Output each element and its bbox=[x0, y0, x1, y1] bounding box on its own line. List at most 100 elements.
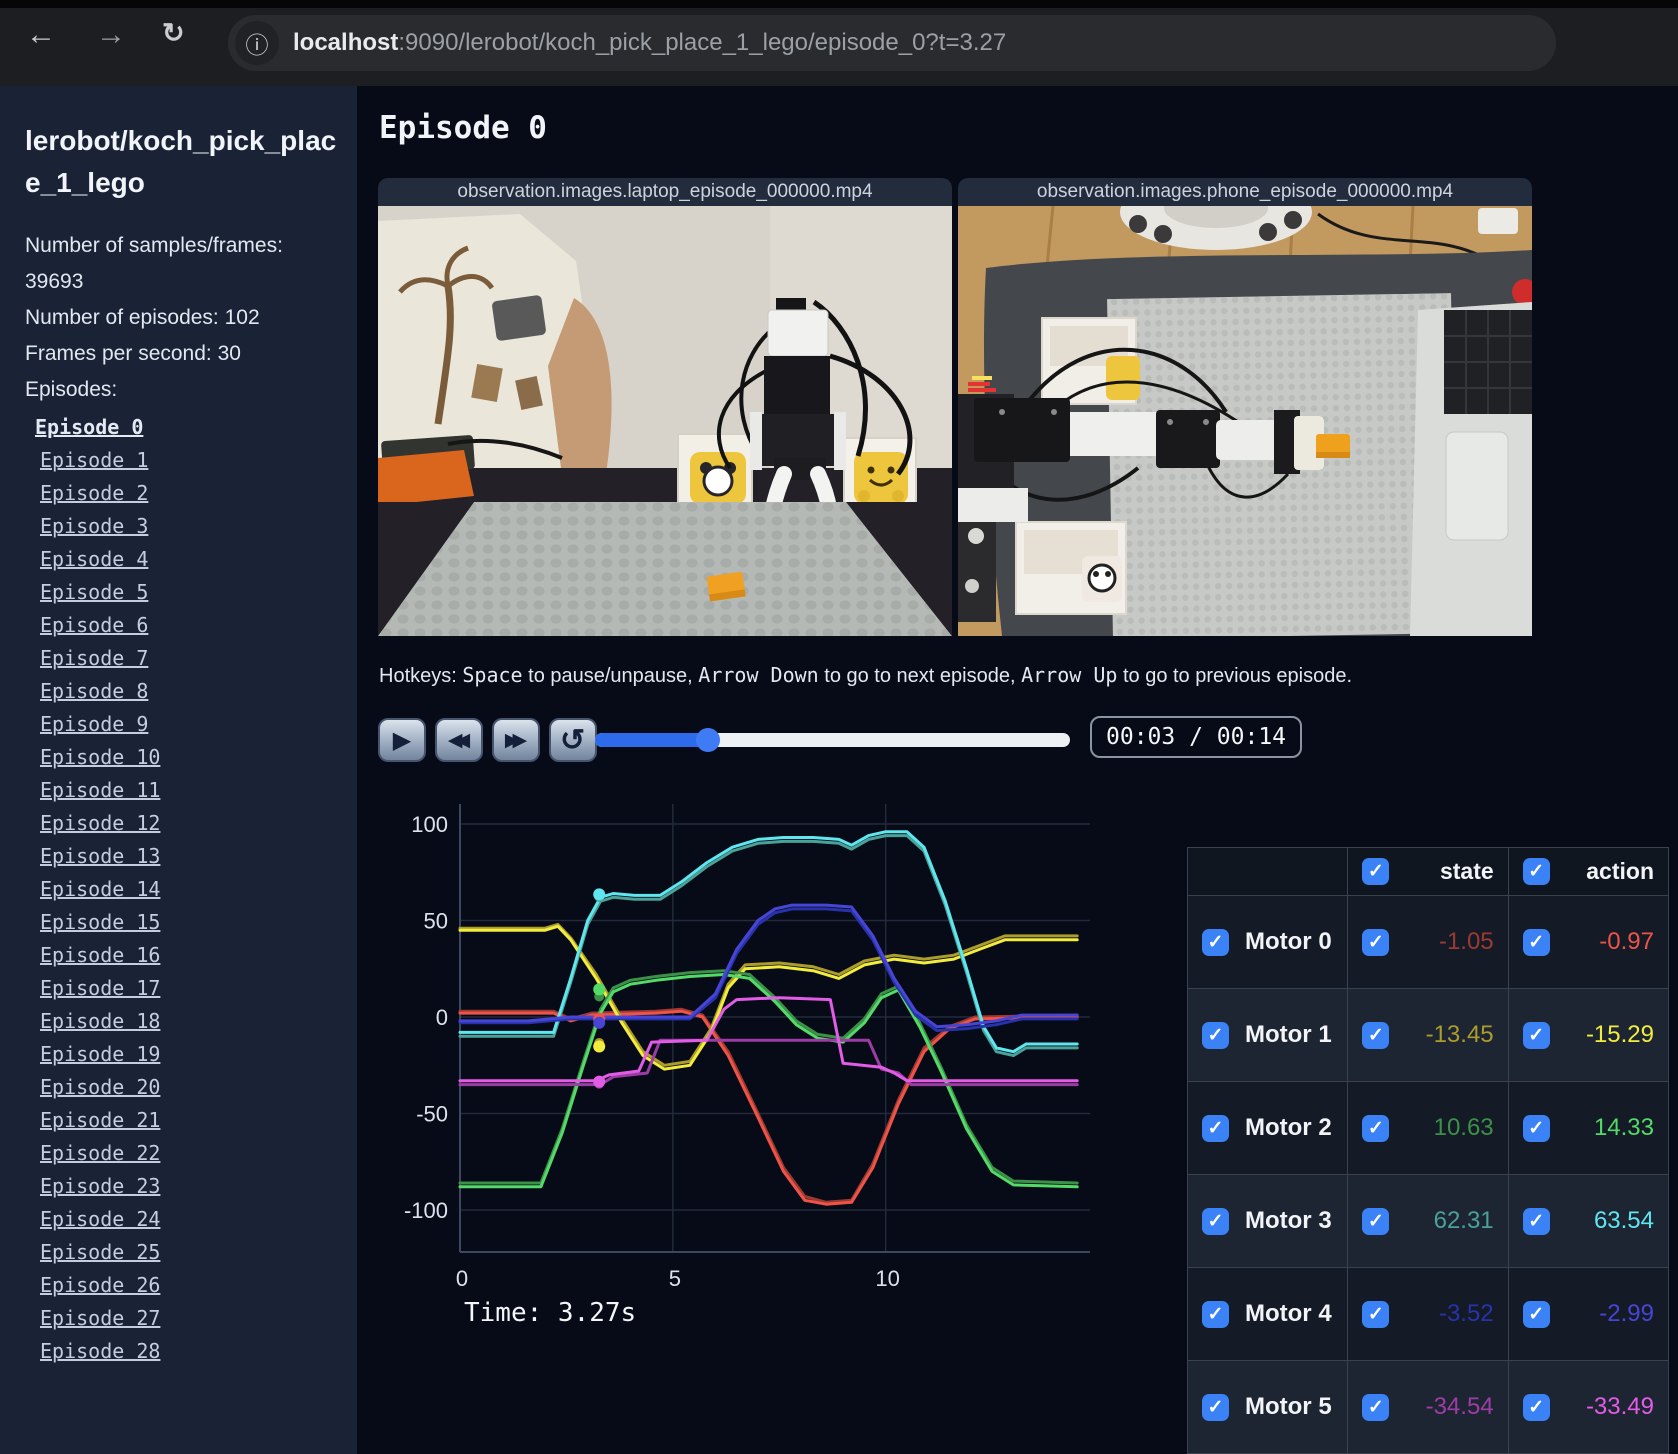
series-motor-5-state bbox=[458, 1038, 1079, 1087]
episode-link[interactable]: Episode 10 bbox=[40, 741, 337, 774]
hotkey-text: to go to previous episode. bbox=[1117, 665, 1353, 687]
episode-link[interactable]: Episode 7 bbox=[40, 642, 337, 675]
episode-link[interactable]: Episode 0 bbox=[35, 411, 337, 444]
checkbox[interactable]: ✓ bbox=[1362, 1021, 1390, 1049]
episode-link[interactable]: Episode 27 bbox=[40, 1302, 337, 1335]
episode-link[interactable]: Episode 22 bbox=[40, 1137, 337, 1170]
motor-state-value: -1.05 bbox=[1438, 928, 1494, 955]
url-host: localhost bbox=[293, 29, 399, 56]
play-button[interactable]: ▶ bbox=[378, 718, 426, 762]
motor-label: Motor 4 bbox=[1245, 1300, 1332, 1327]
address-bar[interactable]: ⓘ localhost:9090/lerobot/koch_pick_place… bbox=[228, 15, 1556, 71]
episode-link[interactable]: Episode 21 bbox=[40, 1104, 337, 1137]
checkbox[interactable]: ✓ bbox=[1362, 1393, 1390, 1421]
rewind-button[interactable]: ◀◀ bbox=[435, 718, 483, 762]
checkbox[interactable]: ✓ bbox=[1522, 1114, 1550, 1142]
checkbox[interactable]: ✓ bbox=[1522, 1021, 1550, 1049]
episode-list: Episode 0 Episode 1 Episode 2 Episode 3 Epis… bbox=[25, 411, 337, 1368]
fast-forward-button[interactable]: ▶▶ bbox=[492, 718, 540, 762]
laptop-video[interactable] bbox=[378, 206, 952, 636]
url-text[interactable]: localhost:9090/lerobot/koch_pick_place_1… bbox=[293, 29, 1006, 57]
checkbox[interactable]: ✓ bbox=[1522, 1300, 1550, 1328]
motor-action-value: 63.54 bbox=[1593, 1207, 1654, 1234]
y-tick-label: 50 bbox=[424, 909, 448, 934]
hotkey-text: Hotkeys: bbox=[379, 665, 463, 687]
episode-link[interactable]: Episode 19 bbox=[40, 1038, 337, 1071]
episode-link[interactable]: Episode 25 bbox=[40, 1236, 337, 1269]
episode-link[interactable]: Episode 11 bbox=[40, 774, 337, 807]
episode-link[interactable]: Episode 20 bbox=[40, 1071, 337, 1104]
episode-link[interactable]: Episode 14 bbox=[40, 873, 337, 906]
dataset-title: lerobot/koch_pick_place_1_lego bbox=[25, 125, 337, 198]
current-time-marker bbox=[593, 1075, 606, 1088]
episodes-label: Episodes: bbox=[25, 378, 118, 402]
episode-link[interactable]: Episode 15 bbox=[40, 906, 337, 939]
episode-link[interactable]: Episode 3 bbox=[40, 510, 337, 543]
checkbox[interactable]: ✓ bbox=[1202, 1021, 1229, 1049]
checkbox[interactable]: ✓ bbox=[1202, 1393, 1229, 1421]
back-icon[interactable]: ← bbox=[26, 18, 56, 52]
motor-table: ✓ state ✓ action ✓ Motor 0 ✓ -1.05 ✓ -0.97 ✓ Motor … bbox=[1186, 847, 1670, 1454]
episode-link[interactable]: Episode 16 bbox=[40, 939, 337, 972]
motor-state-value: 62.31 bbox=[1433, 1207, 1494, 1234]
episode-link[interactable]: Episode 9 bbox=[40, 708, 337, 741]
checkbox[interactable]: ✓ bbox=[1362, 1207, 1390, 1235]
motor-state-value: -34.54 bbox=[1425, 1393, 1494, 1420]
motor-label: Motor 3 bbox=[1245, 1207, 1332, 1234]
y-tick-label: -100 bbox=[404, 1198, 448, 1223]
checkbox[interactable]: ✓ bbox=[1202, 928, 1229, 956]
motor-row: ✓ Motor 1 ✓ -13.45 ✓ -15.29 bbox=[1186, 988, 1670, 1082]
table-header-row: ✓ state ✓ action bbox=[1186, 847, 1670, 896]
column-header-state: state bbox=[1439, 858, 1494, 884]
hotkey-text: to go to next episode, bbox=[818, 665, 1022, 687]
episode-link[interactable]: Episode 12 bbox=[40, 807, 337, 840]
episode-link[interactable]: Episode 17 bbox=[40, 972, 337, 1005]
episode-link[interactable]: Episode 2 bbox=[40, 477, 337, 510]
seek-slider-fill bbox=[595, 733, 709, 747]
episode-heading: Episode 0 bbox=[379, 110, 547, 146]
episode-link[interactable]: Episode 1 bbox=[40, 444, 337, 477]
episode-link[interactable]: Episode 26 bbox=[40, 1269, 337, 1302]
phone-video-label: observation.images.phone_episode_000000.… bbox=[958, 178, 1532, 206]
window-top-strip bbox=[0, 0, 1678, 8]
checkbox[interactable]: ✓ bbox=[1202, 1114, 1229, 1142]
checkbox[interactable]: ✓ bbox=[1522, 928, 1550, 956]
episode-link[interactable]: Episode 6 bbox=[40, 609, 337, 642]
loop-button[interactable]: ↻ bbox=[549, 718, 597, 762]
checkbox[interactable]: ✓ bbox=[1362, 858, 1390, 885]
episode-link[interactable]: Episode 5 bbox=[40, 576, 337, 609]
seek-slider[interactable] bbox=[595, 728, 1070, 752]
motor-action-value: -15.29 bbox=[1585, 1021, 1654, 1048]
site-info-icon[interactable]: ⓘ bbox=[235, 21, 279, 65]
seek-slider-thumb[interactable] bbox=[696, 728, 721, 752]
motor-chart[interactable]: 100 50 0 -50 -100 0 5 10 bbox=[378, 790, 1100, 1290]
checkbox[interactable]: ✓ bbox=[1522, 1207, 1550, 1235]
phone-video[interactable] bbox=[958, 206, 1532, 636]
x-tick-label: 5 bbox=[669, 1266, 681, 1290]
episode-link[interactable]: Episode 18 bbox=[40, 1005, 337, 1038]
checkbox[interactable]: ✓ bbox=[1362, 928, 1390, 956]
episode-link[interactable]: Episode 8 bbox=[40, 675, 337, 708]
main-content: Episode 0 observation.images.laptop_epis… bbox=[357, 86, 1678, 1454]
series-motor-0-state bbox=[458, 1007, 1079, 1204]
checkbox[interactable]: ✓ bbox=[1362, 1114, 1390, 1142]
reload-icon[interactable]: ↻ bbox=[162, 18, 185, 49]
hotkey-key: Space bbox=[462, 663, 523, 687]
motor-row: ✓ Motor 2 ✓ 10.63 ✓ 14.33 bbox=[1186, 1081, 1670, 1175]
checkbox[interactable]: ✓ bbox=[1522, 858, 1550, 885]
checkbox[interactable]: ✓ bbox=[1202, 1207, 1229, 1235]
current-time-marker bbox=[593, 1040, 606, 1053]
dataset-stats: Number of samples/frames: 39693 Number o… bbox=[25, 228, 337, 409]
checkbox[interactable]: ✓ bbox=[1362, 1300, 1390, 1328]
episode-link[interactable]: Episode 13 bbox=[40, 840, 337, 873]
episode-link[interactable]: Episode 4 bbox=[40, 543, 337, 576]
checkbox[interactable]: ✓ bbox=[1202, 1300, 1229, 1328]
laptop-video-tile: observation.images.laptop_episode_000000… bbox=[378, 178, 952, 636]
episode-link[interactable]: Episode 28 bbox=[40, 1335, 337, 1368]
episode-link[interactable]: Episode 24 bbox=[40, 1203, 337, 1236]
forward-icon[interactable]: → bbox=[96, 18, 126, 52]
laptop-video-preview bbox=[378, 206, 952, 636]
hotkey-key: Arrow Down bbox=[698, 663, 819, 687]
episode-link[interactable]: Episode 23 bbox=[40, 1170, 337, 1203]
checkbox[interactable]: ✓ bbox=[1522, 1393, 1550, 1421]
